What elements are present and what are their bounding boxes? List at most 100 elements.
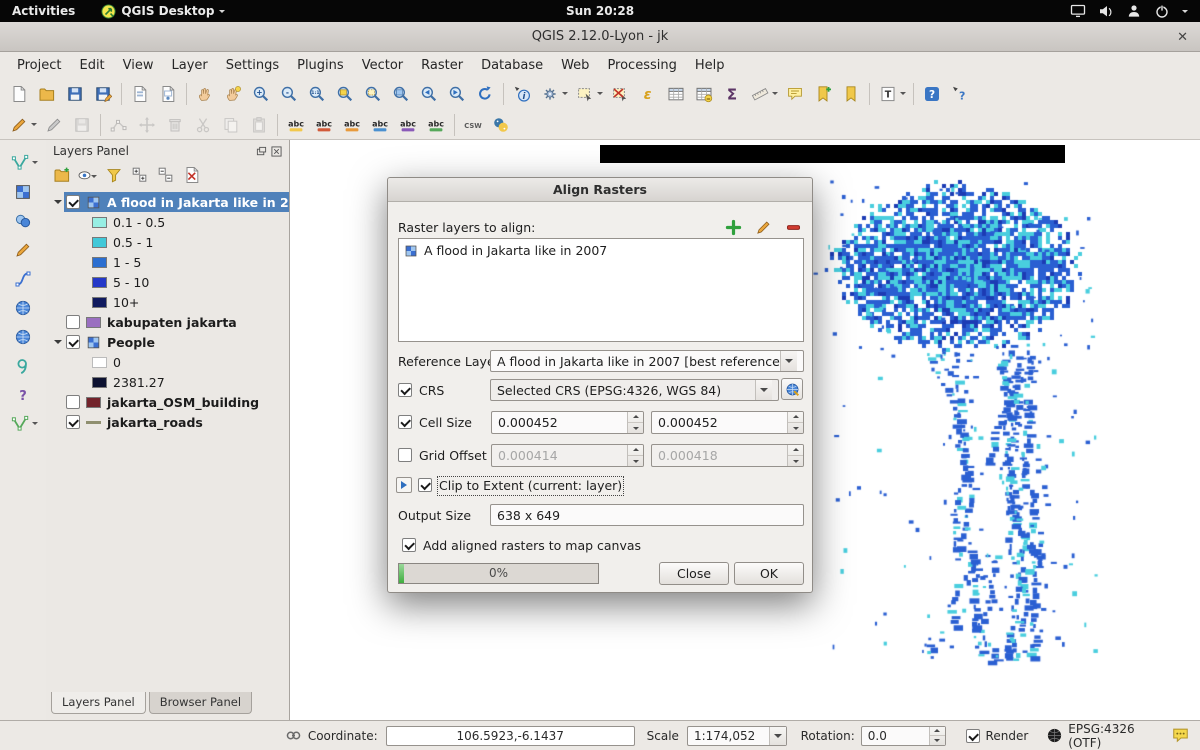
menu-database[interactable]: Database (472, 55, 552, 76)
menu-web[interactable]: Web (552, 55, 598, 76)
select-by-expression-button[interactable]: ε (635, 81, 661, 107)
geometry-tools-button[interactable] (10, 208, 36, 234)
cad-digitizing-button[interactable] (7, 150, 40, 176)
render-checkbox[interactable] (966, 729, 980, 743)
csw-metasearch-button[interactable]: CSW (460, 112, 486, 138)
spin-buttons[interactable] (627, 412, 643, 433)
expander-icon[interactable] (52, 336, 64, 348)
extent-link-icon[interactable] (285, 727, 302, 744)
map-tips-button[interactable] (782, 81, 808, 107)
label-pin-button[interactable]: abc (311, 112, 337, 138)
layer-visibility-checkbox[interactable] (66, 395, 80, 409)
cell-size-x-spinbox[interactable]: 0.000452 (491, 411, 644, 434)
layer-visibility-checkbox[interactable] (66, 195, 80, 209)
select-crs-button[interactable] (781, 378, 803, 400)
app-menu-button[interactable]: QGIS Desktop (101, 4, 225, 19)
crs-status-label[interactable]: EPSG:4326 (OTF) (1068, 722, 1171, 750)
show-statistics-button[interactable]: Σ (719, 81, 745, 107)
expander-icon[interactable] (52, 196, 64, 208)
panel-float-button[interactable] (256, 146, 267, 157)
save-project-as-button[interactable] (90, 81, 116, 107)
raster-tools-button[interactable] (10, 179, 36, 205)
menu-raster[interactable]: Raster (412, 55, 472, 76)
deselect-features-button[interactable] (607, 81, 633, 107)
new-project-button[interactable] (6, 81, 32, 107)
reference-layer-combo[interactable]: A flood in Jakarta like in 2007 [best re… (490, 350, 804, 372)
layer-row[interactable]: People (52, 332, 289, 352)
pan-map-button[interactable] (192, 81, 218, 107)
layer-row[interactable]: 2381.27 (52, 372, 289, 392)
clip-extent-expander-button[interactable] (396, 477, 412, 493)
layer-row[interactable]: 1 - 5 (52, 252, 289, 272)
zoom-to-layer-button[interactable] (388, 81, 414, 107)
label-move-button[interactable]: abc (367, 112, 393, 138)
zoom-next-button[interactable] (444, 81, 470, 107)
new-bookmark-button[interactable] (810, 81, 836, 107)
web-service-2-button[interactable] (10, 324, 36, 350)
layer-row[interactable]: 0.1 - 0.5 (52, 212, 289, 232)
current-edits-button[interactable] (6, 112, 39, 138)
menu-project[interactable]: Project (8, 55, 70, 76)
spin-buttons[interactable] (929, 727, 945, 745)
cell-size-checkbox[interactable] (398, 415, 412, 429)
label-properties-button[interactable]: abc (423, 112, 449, 138)
refresh-map-button[interactable] (472, 81, 498, 107)
python-console-button[interactable] (488, 112, 514, 138)
save-project-button[interactable] (62, 81, 88, 107)
spline-digitizing-button[interactable] (10, 266, 36, 292)
filter-legend-button[interactable] (103, 164, 125, 186)
collapse-all-button[interactable] (155, 164, 177, 186)
expand-all-button[interactable] (129, 164, 151, 186)
layer-visibility-checkbox[interactable] (66, 415, 80, 429)
layer-visibility-checkbox[interactable] (66, 315, 80, 329)
identify-features-button[interactable]: i (509, 81, 535, 107)
window-close-button[interactable]: ✕ (1177, 22, 1188, 52)
scale-combo[interactable]: 1:174,052 (687, 726, 787, 746)
crs-checkbox[interactable] (398, 383, 412, 397)
show-bookmarks-button[interactable] (838, 81, 864, 107)
clip-extent-checkbox[interactable] (418, 478, 432, 492)
raster-list-item[interactable]: A flood in Jakarta like in 2007 (399, 239, 803, 262)
layer-row[interactable]: A flood in Jakarta like in 2007 (52, 192, 289, 212)
edit-raster-button[interactable] (752, 216, 774, 238)
menu-vector[interactable]: Vector (353, 55, 412, 76)
layer-row[interactable]: jakarta_OSM_building (52, 392, 289, 412)
composer-manager-button[interactable] (155, 81, 181, 107)
run-feature-action-button[interactable] (537, 81, 570, 107)
layer-visibility-checkbox[interactable] (66, 335, 80, 349)
menu-settings[interactable]: Settings (217, 55, 288, 76)
output-size-field[interactable]: 638 x 649 (490, 504, 804, 526)
zoom-to-selection-button[interactable] (360, 81, 386, 107)
window-title-bar[interactable]: QGIS 2.12.0-Lyon - jk ✕ (0, 22, 1200, 52)
layer-row[interactable]: 10+ (52, 292, 289, 312)
crs-combo[interactable]: Selected CRS (EPSG:4326, WGS 84) (490, 379, 779, 401)
web-service-1-button[interactable] (10, 295, 36, 321)
grid-offset-checkbox[interactable] (398, 448, 412, 462)
manage-layer-visibility-button[interactable] (77, 164, 99, 186)
menu-view[interactable]: View (114, 55, 163, 76)
zoom-full-button[interactable] (332, 81, 358, 107)
layer-row[interactable]: 0 (52, 352, 289, 372)
panel-close-button[interactable] (271, 146, 282, 157)
coordinate-field[interactable]: 106.5923,-6.1437 (386, 726, 635, 746)
add-group-button[interactable] (51, 164, 73, 186)
zoom-out-button[interactable]: - (276, 81, 302, 107)
add-to-canvas-checkbox[interactable] (402, 538, 416, 552)
menu-layer[interactable]: Layer (163, 55, 217, 76)
menu-processing[interactable]: Processing (598, 55, 685, 76)
osm-tools-button[interactable] (10, 353, 36, 379)
toggle-editing-button[interactable] (41, 112, 67, 138)
activities-button[interactable]: Activities (0, 4, 87, 18)
add-raster-button[interactable] (722, 216, 744, 238)
measure-button[interactable] (747, 81, 780, 107)
vector-digitizing-button[interactable] (7, 411, 40, 437)
menu-help[interactable]: Help (686, 55, 734, 76)
open-attribute-table-button[interactable] (663, 81, 689, 107)
pan-to-selection-button[interactable] (220, 81, 246, 107)
remove-raster-button[interactable] (782, 216, 804, 238)
text-annotation-button[interactable]: T (875, 81, 908, 107)
dialog-title-bar[interactable]: Align Rasters (388, 178, 812, 202)
menu-plugins[interactable]: Plugins (288, 55, 353, 76)
tab-layers-panel[interactable]: Layers Panel (51, 692, 146, 714)
zoom-in-button[interactable]: + (248, 81, 274, 107)
